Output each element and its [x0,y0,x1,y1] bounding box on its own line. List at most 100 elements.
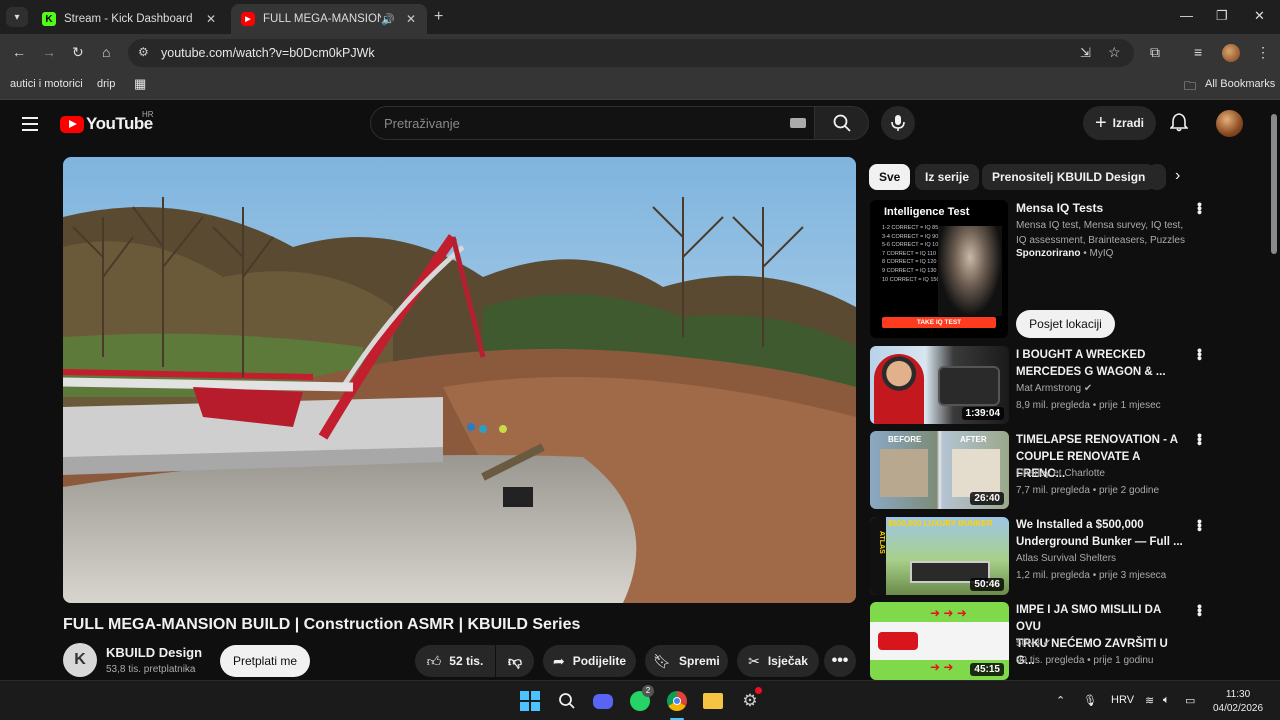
thumb-car [938,366,1000,406]
tab-youtube-video[interactable]: ▶ FULL MEGA-MANSION BUIL 🔊 ✕ [231,4,427,34]
channel-avatar[interactable]: K [63,643,97,677]
chrome-icon[interactable] [665,689,689,713]
page-scrollbar[interactable] [1268,100,1280,680]
more-actions-button[interactable]: ••• [824,645,856,677]
chip-from-series[interactable]: Iz serije [915,164,980,190]
wifi-icon[interactable]: ≋ [1145,694,1154,707]
channel-name[interactable]: KBUILD Design [106,645,202,660]
tray-overflow-icon[interactable]: ⌃ [1056,694,1065,707]
restore-icon[interactable]: ❐ [1216,8,1228,24]
hamburger-menu-icon[interactable] [22,117,38,135]
thumb-side-text: ATLAS [878,531,885,554]
chip-more[interactable] [1148,164,1166,190]
video-frame-construction [63,157,856,603]
rec-more-icon[interactable]: ••• [1192,433,1208,445]
forward-icon[interactable]: → [42,44,56,60]
more-horizontal-icon: ••• [831,652,849,669]
rec-channel[interactable]: Mat Armstrong ✔ [1016,383,1092,394]
ad-title[interactable]: Mensa IQ Tests [1016,201,1103,215]
youtube-logo[interactable]: YouTube HR [60,110,154,134]
duration-badge: 26:40 [970,492,1004,505]
speaker-icon[interactable]: 🔊 [381,13,395,26]
bookmark-drip[interactable]: drip [97,78,115,90]
microphone-tray-icon[interactable]: 🎙︎ [1083,694,1097,707]
voice-search-button[interactable] [881,106,915,140]
install-app-icon[interactable]: ⇲ [1080,45,1091,61]
rec-thumbnail[interactable]: 1:39:04 [870,346,1009,424]
subscribe-button[interactable]: Pretplati me [220,645,310,677]
rec-thumbnail[interactable]: BEFORE AFTER 26:40 [870,431,1009,509]
ad-thumbnail[interactable]: Intelligence Test 1-2 CORRECT = IQ 85 3-… [870,200,1008,338]
scrollbar-thumb[interactable] [1271,114,1277,254]
keyboard-language[interactable]: HRV [1111,694,1134,706]
rec-more-icon[interactable]: ••• [1192,348,1208,360]
rec-title[interactable]: We Installed a $500,000 Underground Bunk… [1016,517,1186,551]
extensions-icon[interactable]: ⧉ [1150,44,1160,61]
rec-more-icon[interactable]: ••• [1192,519,1208,531]
new-tab-icon[interactable]: + [434,8,443,26]
rec-more-icon[interactable]: ••• [1192,604,1208,616]
chevron-right-icon[interactable]: › [1175,167,1180,185]
volume-icon[interactable]: 🔈︎ [1163,694,1170,707]
dislike-button[interactable]: 👎︎ [496,645,534,677]
media-control-icon[interactable]: ≡ [1194,44,1202,60]
tab-search-button[interactable]: ▾ [6,7,28,27]
close-tab-icon[interactable]: ✕ [403,12,419,26]
close-tab-icon[interactable]: ✕ [203,12,219,26]
sponsored-label: Sponzorirano [1016,248,1081,259]
search-icon[interactable] [555,689,579,713]
all-bookmarks-link[interactable]: All Bookmarks [1205,78,1275,90]
clip-button[interactable]: ✂ Isječak [737,645,819,677]
bookmark-icon: 🔖︎ [653,652,672,669]
home-icon[interactable]: ⌂ [102,44,110,60]
battery-icon[interactable]: ▭ [1185,694,1195,707]
chip-uploader[interactable]: Prenositelj KBUILD Design [982,164,1156,190]
keyboard-icon[interactable] [790,118,806,128]
apps-grid-icon[interactable]: ▦ [134,76,146,92]
share-button[interactable]: ➦ Podijelite [543,645,636,677]
reload-icon[interactable]: ↻ [72,44,84,61]
search-button[interactable] [815,106,869,140]
folder-icon: 🗀 [1184,79,1197,93]
like-button[interactable]: 👍︎ 52 tis. [415,645,495,677]
menu-kebab-icon[interactable]: ⋮ [1256,44,1270,61]
chip-all[interactable]: Sve [869,164,911,190]
save-button[interactable]: 🔖︎ Spremi [645,645,728,677]
windows-start-icon[interactable] [518,689,542,713]
taskbar-clock[interactable]: 11:30 04/02/2026 [1208,688,1268,716]
rec-thumbnail[interactable]: ➜ ➜ ➜ ➜ ➜ 45:15 [870,602,1009,680]
browser-toolbar: ← → ↻ ⌂ ⚙ youtube.com/watch?v=b0Dcm0kPJW… [0,34,1280,72]
whatsapp-icon[interactable]: 2 [628,685,654,713]
close-window-icon[interactable]: ✕ [1254,8,1265,24]
thumbs-down-icon: 👎︎ [507,652,523,669]
settings-gear-icon[interactable]: ⚙ [738,687,762,713]
bookmark-star-icon[interactable]: ☆ [1108,44,1121,61]
notifications-bell-icon[interactable] [1169,112,1189,137]
profile-avatar[interactable] [1222,44,1240,62]
file-explorer-icon[interactable] [701,689,725,713]
site-info-icon[interactable]: ⚙ [138,45,149,59]
ad-more-icon[interactable]: ••• [1192,202,1208,214]
rec-thumbnail[interactable]: ATLAS $500,000 LUXURY BUNKER 50:46 [870,517,1009,595]
rec-channel[interactable]: Atlas Survival Shelters [1016,553,1116,564]
create-button[interactable]: + Izradi [1083,106,1156,140]
video-title: FULL MEGA-MANSION BUILD | Construction A… [63,616,581,633]
address-bar[interactable]: ⚙ youtube.com/watch?v=b0Dcm0kPJWk ⇲ ☆ [128,39,1134,67]
search-input[interactable]: Pretraživanje [370,106,815,140]
visit-site-button[interactable]: Posjet lokaciji [1016,310,1115,338]
bookmark-autici[interactable]: autici i motorici [10,78,83,90]
tab-kick-dashboard[interactable]: K Stream - Kick Dashboard ✕ [32,4,227,34]
discord-icon[interactable] [591,689,615,713]
rec-channel[interactable]: Charley et Charlotte [1016,468,1105,479]
video-player[interactable] [63,157,856,603]
ad-thumb-row: 9 CORRECT = IQ 130 [882,267,937,274]
rec-title-line: Underground Bunker — Full ... [1016,536,1183,548]
url-text[interactable]: youtube.com/watch?v=b0Dcm0kPJWk [161,46,375,60]
minimize-icon[interactable]: — [1180,8,1193,23]
thumb-arrows: ➜ ➜ ➜ [930,606,967,620]
back-icon[interactable]: ← [12,44,26,60]
scissors-icon: ✂ [748,652,760,669]
rec-title[interactable]: I BOUGHT A WRECKED MERCEDES G WAGON & ..… [1016,347,1186,381]
account-avatar[interactable] [1216,110,1243,137]
rec-channel[interactable]: 50N3 ✔ [1016,638,1051,649]
